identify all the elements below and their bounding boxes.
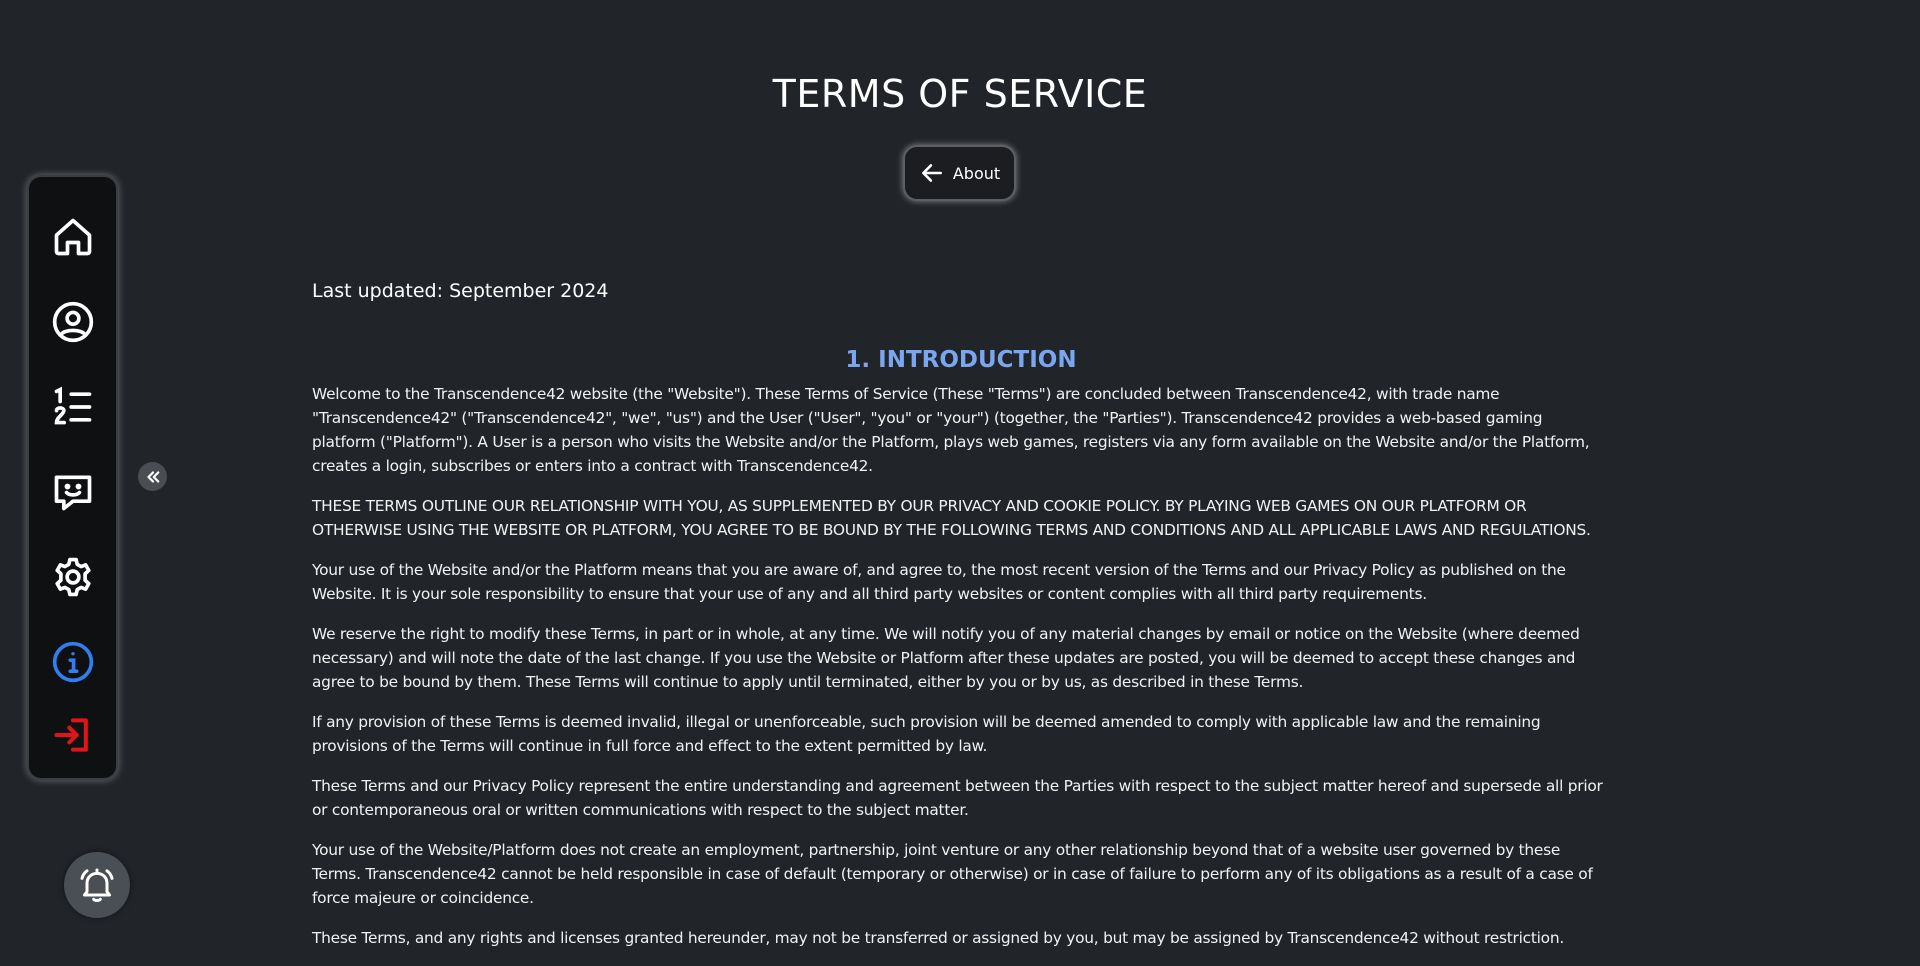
paragraph: THESE TERMS OUTLINE OUR RELATIONSHIP WIT… [312, 497, 1591, 539]
sidebar-item-home[interactable] [29, 207, 116, 267]
logout-icon [53, 718, 88, 752]
paragraph: If any provision of these Terms is deeme… [312, 713, 1541, 755]
arrow-left-icon [921, 164, 942, 182]
sidebar-item-leaderboard[interactable] [29, 377, 116, 437]
paragraph: Your use of the Website/Platform does no… [312, 841, 1593, 907]
sidebar-item-settings[interactable] [29, 547, 116, 607]
paragraph: Your use of the Website and/or the Platf… [312, 561, 1566, 603]
sidebar-item-logout[interactable] [29, 705, 116, 765]
sidebar-item-about[interactable] [29, 632, 116, 692]
notifications-button[interactable] [64, 852, 130, 918]
back-button-label: About [952, 163, 1001, 183]
sidebar-item-chat[interactable] [29, 462, 116, 522]
sidebar-collapse-button[interactable] [138, 462, 167, 491]
bell-icon [80, 868, 114, 902]
gear-icon [54, 557, 91, 597]
user-circle-icon [52, 301, 93, 343]
back-to-about-button[interactable]: About [903, 145, 1016, 201]
paragraph: These Terms and our Privacy Policy repre… [312, 777, 1603, 819]
sidebar-item-profile[interactable] [29, 292, 116, 352]
terms-content: Last updated: September 2024 1. INTRODUC… [312, 278, 1610, 966]
chat-smile-icon [54, 475, 91, 511]
last-updated-text: Last updated: September 2024 [312, 280, 609, 302]
ranked-list-icon [54, 386, 91, 425]
paragraph: Welcome to the Transcendence42 website (… [312, 385, 1590, 475]
info-icon [52, 641, 93, 683]
sidebar-nav [27, 175, 118, 780]
paragraph: We reserve the right to modify these Ter… [312, 625, 1580, 691]
double-chevron-left-icon [146, 470, 159, 483]
home-icon [54, 218, 91, 256]
page-title: TERMS OF SERVICE [772, 72, 1148, 116]
paragraph: These Terms, and any rights and licenses… [312, 929, 1564, 947]
section-title: 1. INTRODUCTION [845, 347, 1077, 373]
